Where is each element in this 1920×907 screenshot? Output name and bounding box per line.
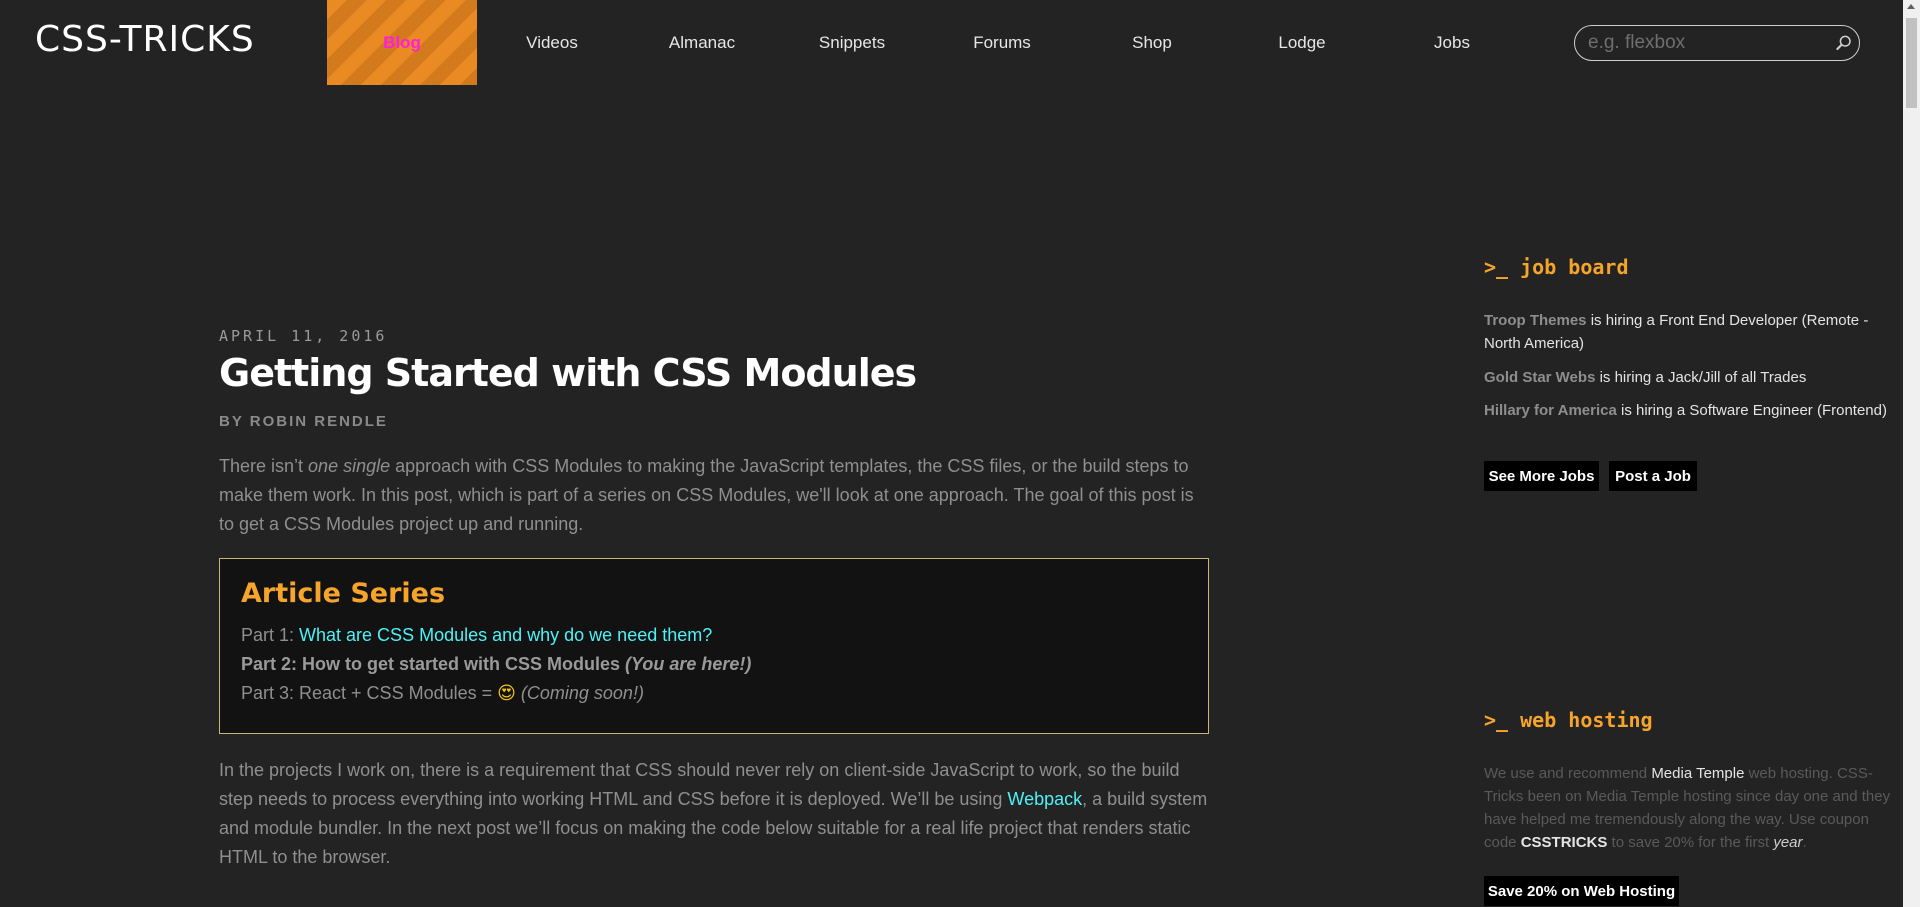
nav-snippets[interactable]: Snippets [777, 0, 927, 85]
nav-lodge[interactable]: Lodge [1227, 0, 1377, 85]
job-listing[interactable]: Hillary for America is hiring a Software… [1484, 399, 1904, 422]
series-part-1: Part 1: What are CSS Modules and why do … [241, 625, 713, 645]
intro-paragraph: There isn’t one single approach with CSS… [219, 456, 1194, 534]
job-company[interactable]: Gold Star Webs [1484, 369, 1595, 386]
emphasis-text: one single [308, 456, 391, 476]
nav-forums[interactable]: Forums [927, 0, 1077, 85]
job-listing[interactable]: Troop Themes is hiring a Front End Devel… [1484, 309, 1904, 355]
scrollbar-thumb[interactable] [1906, 18, 1917, 108]
webpack-link[interactable]: Webpack [1007, 789, 1082, 809]
search-box [1574, 25, 1860, 61]
nav-videos[interactable]: Videos [477, 0, 627, 85]
media-temple-link[interactable]: Media Temple [1651, 765, 1744, 782]
article-series-box: Article Series Part 1: What are CSS Modu… [219, 558, 1209, 734]
nav-blog[interactable]: Blog [327, 0, 477, 85]
web-hosting-heading: >_ web hosting [1484, 708, 1653, 732]
job-listing[interactable]: Gold Star Webs is hiring a Jack/Jill of … [1484, 366, 1904, 389]
site-logo[interactable]: CSS-TRICKS [35, 19, 255, 60]
heart-eyes-emoji-icon: 😍 [497, 683, 516, 703]
job-company[interactable]: Troop Themes [1484, 312, 1587, 329]
nav-almanac[interactable]: Almanac [627, 0, 777, 85]
article-title[interactable]: Getting Started with CSS Modules [219, 349, 1209, 397]
hosting-text: We use and recommend Media Temple web ho… [1484, 765, 1891, 851]
series-heading: Article Series [241, 578, 446, 609]
nav-shop[interactable]: Shop [1077, 0, 1227, 85]
series-part-3: Part 3: React + CSS Modules = 😍 (Coming … [241, 683, 644, 703]
body-paragraph: In the projects I work on, there is a re… [219, 760, 1208, 867]
vertical-scrollbar[interactable] [1903, 0, 1920, 907]
post-a-job-button[interactable]: Post a Job [1609, 461, 1697, 491]
search-input[interactable] [1575, 31, 1835, 55]
coupon-code: CSSTRICKS [1520, 834, 1608, 851]
job-board-heading: >_ job board [1484, 255, 1629, 279]
series-part-2: Part 2: How to get started with CSS Modu… [241, 654, 752, 674]
nav-jobs[interactable]: Jobs [1377, 0, 1527, 85]
save-hosting-button[interactable]: Save 20% on Web Hosting [1484, 876, 1679, 906]
article-date: APRIL 11, 2016 [219, 327, 388, 345]
article: APRIL 11, 2016 Getting Started with CSS … [219, 320, 1209, 872]
series-part-1-link[interactable]: What are CSS Modules and why do we need … [299, 625, 712, 645]
see-more-jobs-button[interactable]: See More Jobs [1484, 461, 1599, 491]
main-nav: Blog Videos Almanac Snippets Forums Shop… [327, 0, 1527, 85]
scroll-up-arrow-icon[interactable] [1907, 4, 1915, 9]
job-company[interactable]: Hillary for America [1484, 402, 1617, 419]
article-byline: BY ROBIN RENDLE [219, 413, 388, 430]
search-icon[interactable] [1835, 28, 1853, 58]
